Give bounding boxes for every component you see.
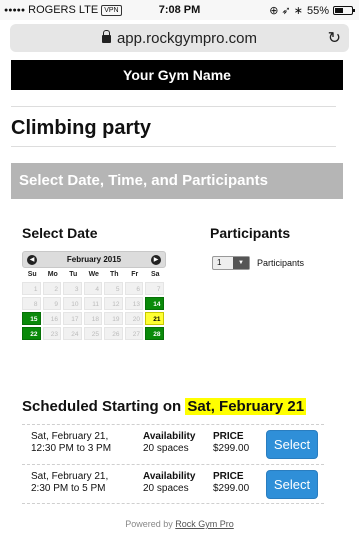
lock-icon — [101, 30, 111, 43]
calendar-day-available[interactable]: 28 — [145, 327, 164, 340]
prev-month-icon[interactable]: ◀ — [27, 255, 37, 265]
availability-value: 20 spaces — [143, 483, 189, 494]
calendar-day: 26 — [104, 327, 123, 340]
weekday-label: Fr — [131, 271, 139, 278]
session-price: PRICE $299.00 — [213, 431, 249, 455]
select-session-button[interactable]: Select — [266, 430, 318, 459]
page-title: Climbing party — [11, 117, 152, 139]
divider — [11, 146, 336, 147]
calendar-day: 9 — [42, 297, 61, 310]
session-row: Sat, February 21, 2:30 PM to 5 PM Availa… — [22, 464, 324, 504]
session-time-line: 12:30 PM to 3 PM — [31, 443, 112, 454]
battery-fill — [335, 8, 344, 13]
status-bar: ●●●●● ROGERS LTE VPN 7:08 PM ⊕ ➶ ∗ 55% — [0, 0, 359, 20]
weekday-row: Su Mo Tu We Th Fr Sa — [22, 271, 166, 278]
weekday-label: We — [88, 271, 99, 278]
session-list: Sat, February 21, 12:30 PM to 3 PM Avail… — [22, 424, 324, 504]
session-availability: Availability 20 spaces — [143, 471, 195, 495]
url-display[interactable]: app.rockgympro.com — [10, 30, 349, 47]
system-icons: ⊕ ➶ ∗ — [269, 5, 303, 17]
calendar-day: 19 — [104, 312, 123, 325]
calendar-day-selected[interactable]: 21 — [145, 312, 164, 325]
battery-percent: 55% — [306, 4, 329, 17]
select-date-label: Select Date — [22, 225, 98, 241]
calendar-day: 20 — [124, 312, 143, 325]
calendar-day-available[interactable]: 14 — [145, 297, 164, 310]
price-value: $299.00 — [213, 483, 250, 494]
session-availability: Availability 20 spaces — [143, 431, 195, 455]
weekday-label: Tu — [69, 271, 78, 278]
participants-value: 1 — [217, 258, 222, 267]
calendar-day: 10 — [63, 297, 82, 310]
participants-suffix: Participants — [257, 258, 305, 268]
availability-label: Availability — [143, 471, 196, 482]
footer-prefix: Powered by — [125, 519, 173, 529]
calendar-day: 17 — [63, 312, 82, 325]
schedule-title: Scheduled Starting on Sat, February 21 — [22, 398, 307, 415]
calendar-day: 25 — [83, 327, 102, 340]
date-picker: ◀ February 2015 ▶ Su Mo Tu We Th Fr Sa 1… — [22, 251, 166, 340]
calendar-day: 6 — [124, 282, 143, 295]
next-month-icon[interactable]: ▶ — [151, 255, 161, 265]
session-date-line: Sat, February 21, — [31, 471, 109, 482]
select-session-button[interactable]: Select — [266, 470, 318, 499]
calendar-day: 23 — [42, 327, 61, 340]
divider — [11, 106, 336, 107]
status-icons: ⊕ ➶ ∗ 55% — [269, 4, 355, 17]
availability-label: Availability — [143, 431, 196, 442]
session-time-line: 2:30 PM to 5 PM — [31, 483, 106, 494]
calendar-day: 27 — [124, 327, 143, 340]
address-bar[interactable]: app.rockgympro.com ↻ — [10, 24, 349, 52]
reload-icon[interactable]: ↻ — [328, 28, 341, 48]
participants-label: Participants — [210, 225, 291, 241]
calendar-day: 13 — [124, 297, 143, 310]
session-row: Sat, February 21, 12:30 PM to 3 PM Avail… — [22, 424, 324, 464]
calendar-day: 3 — [63, 282, 82, 295]
schedule-title-prefix: Scheduled Starting on — [22, 398, 182, 415]
weekday-label: Sa — [150, 271, 160, 278]
rock-gym-pro-link[interactable]: Rock Gym Pro — [175, 519, 234, 529]
weekday-label: Su — [27, 271, 37, 278]
url-text: app.rockgympro.com — [116, 30, 258, 47]
calendar-header: ◀ February 2015 ▶ — [22, 251, 166, 268]
price-label: PRICE — [213, 471, 244, 482]
calendar-day-available[interactable]: 15 — [22, 312, 41, 325]
section-header: Select Date, Time, and Participants — [11, 163, 343, 199]
session-date: Sat, February 21, 2:30 PM to 5 PM — [31, 471, 108, 495]
calendar-day: 8 — [22, 297, 41, 310]
availability-value: 20 spaces — [143, 443, 189, 454]
gym-name-header: Your Gym Name — [11, 60, 343, 90]
calendar-days: 1 2 3 4 5 6 7 8 9 10 11 12 13 14 15 16 17 18 19 20 21 22 23 24 2… — [22, 282, 166, 340]
session-date: Sat, February 21, 12:30 PM to 3 PM — [31, 431, 111, 455]
calendar-day: 11 — [83, 297, 102, 310]
calendar-day: 12 — [104, 297, 123, 310]
price-value: $299.00 — [213, 443, 250, 454]
session-date-line: Sat, February 21, — [31, 431, 109, 442]
footer: Powered by Rock Gym Pro — [0, 519, 359, 529]
dropdown-arrow-icon: ▼ — [233, 257, 249, 269]
calendar-day: 18 — [83, 312, 102, 325]
calendar-day-available[interactable]: 22 — [22, 327, 41, 340]
calendar-day: 7 — [145, 282, 164, 295]
calendar-day: 24 — [63, 327, 82, 340]
weekday-label: Mo — [47, 271, 58, 278]
battery-icon — [333, 6, 355, 15]
calendar-month: February 2015 — [66, 255, 122, 264]
calendar-day: 16 — [42, 312, 61, 325]
calendar-day: 1 — [22, 282, 41, 295]
calendar-day: 2 — [42, 282, 61, 295]
weekday-label: Th — [109, 271, 119, 278]
schedule-date-highlight: Sat, February 21 — [185, 398, 307, 415]
calendar-day: 5 — [104, 282, 123, 295]
participants-select[interactable]: 1 ▼ — [212, 256, 250, 270]
calendar-day: 4 — [83, 282, 102, 295]
session-price: PRICE $299.00 — [213, 471, 249, 495]
price-label: PRICE — [213, 431, 244, 442]
